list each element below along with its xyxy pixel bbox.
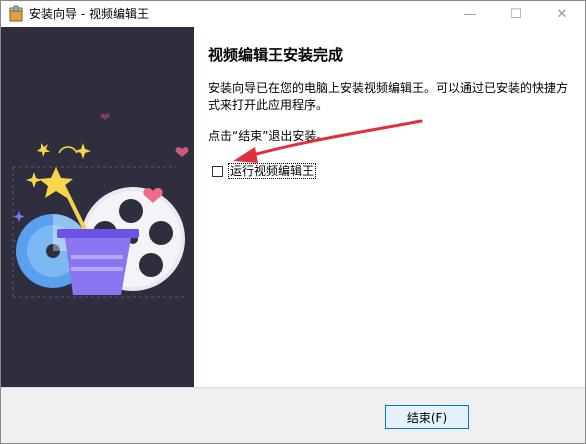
maximize-button[interactable]: ☐ (493, 1, 539, 27)
page-title: 视频编辑王安装完成 (208, 46, 344, 64)
red-arrow-annotation (233, 119, 423, 163)
installer-window: 安装向导 - 视频编辑王 — ☐ ✕ 视频编辑王安装完成 安装向导已在您的电脑上… (0, 0, 586, 444)
installer-box-icon (9, 5, 23, 22)
sidebar-illustration-panel (1, 27, 194, 387)
title-bar[interactable]: 安装向导 - 视频编辑王 — ☐ ✕ (1, 1, 585, 27)
button-bar: 结束(F) (1, 387, 585, 443)
completion-description: 安装向导已在您的电脑上安装视频编辑王。可以通过已安装的快捷方式来打开此应用程序。 (208, 81, 569, 112)
window-title: 安装向导 - 视频编辑王 (29, 7, 149, 21)
magic-hat-film-reel-illustration (12, 113, 189, 298)
finish-button[interactable]: 结束(F) (385, 405, 469, 429)
main-content-panel: 视频编辑王安装完成 安装向导已在您的电脑上安装视频编辑王。可以通过已安装的快捷方… (194, 27, 585, 387)
close-icon: ✕ (556, 6, 568, 22)
maximize-icon: ☐ (510, 6, 522, 22)
run-app-checkbox[interactable] (212, 165, 223, 177)
close-button[interactable]: ✕ (539, 1, 585, 27)
minimize-icon: — (463, 6, 477, 22)
minimize-button[interactable]: — (447, 1, 493, 27)
